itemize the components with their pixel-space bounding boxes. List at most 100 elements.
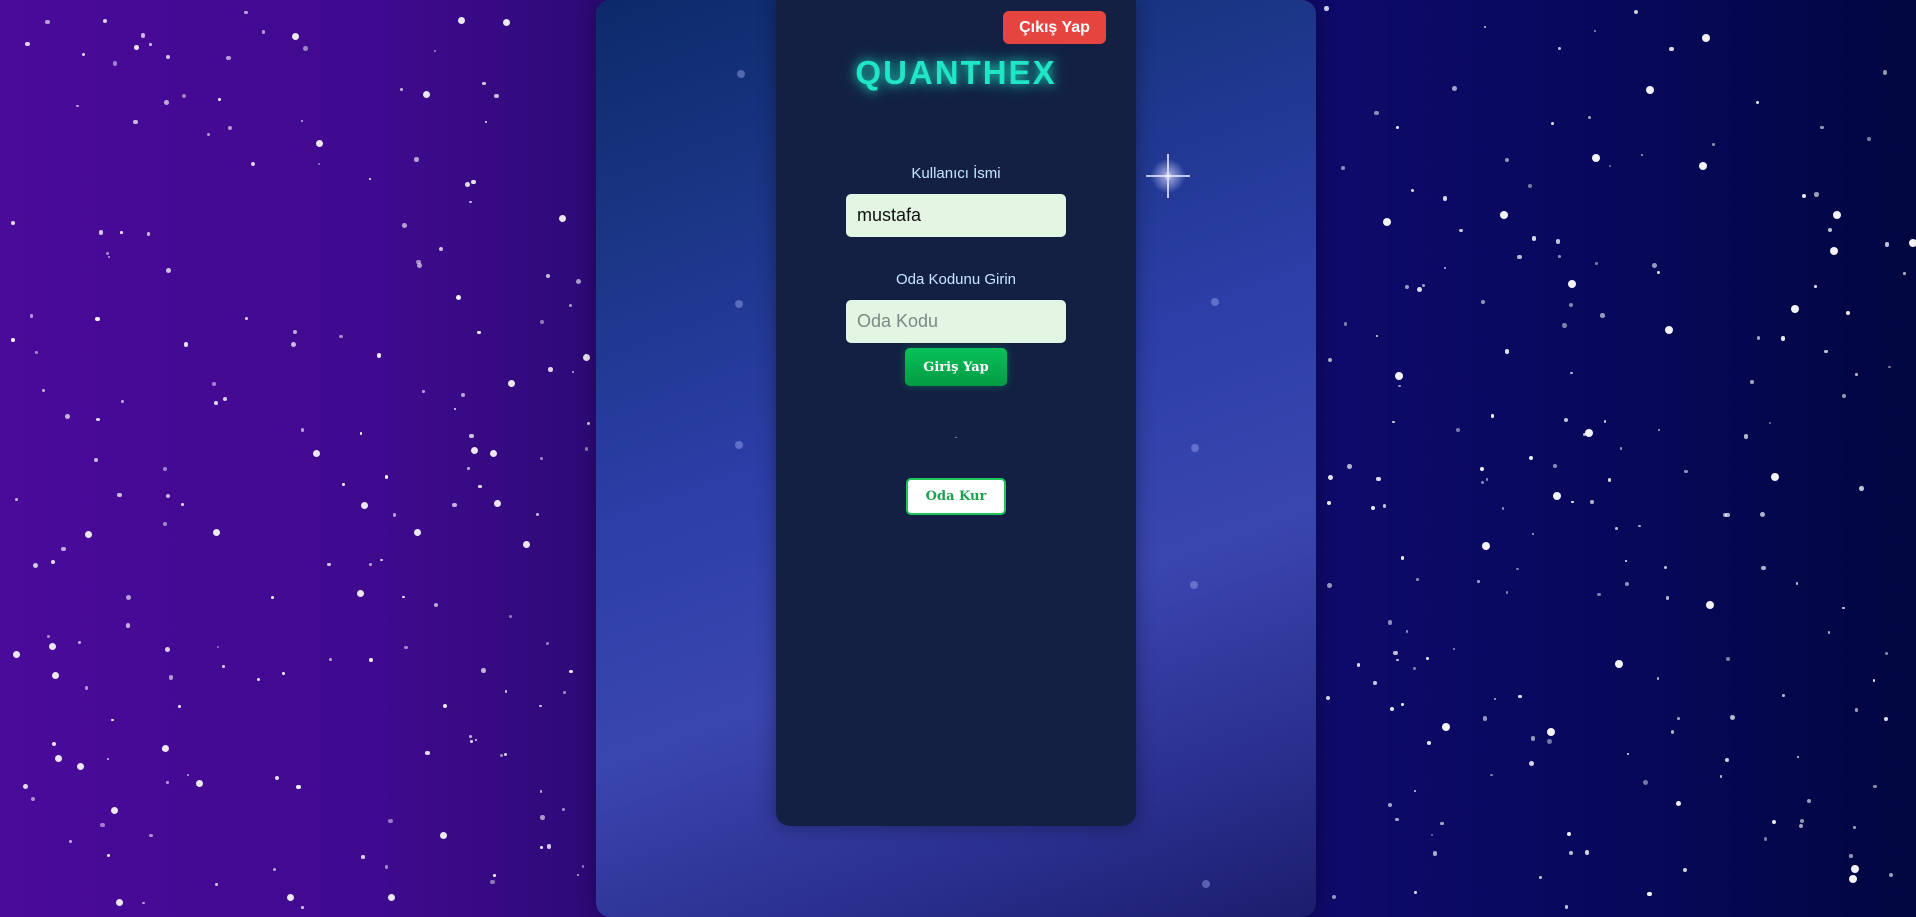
star-dot [1393,650,1398,655]
star-dot [1647,892,1652,897]
star-dot [1855,373,1858,376]
star-dot [393,513,397,517]
star-dot [1482,542,1491,551]
star-dot [166,54,171,60]
star-dot [1848,875,1857,884]
room-code-input[interactable] [846,300,1066,343]
panel-glow-dot [735,441,743,449]
star-dot [466,467,471,471]
star-dot [484,121,488,124]
star-dot [146,232,151,236]
star-dot [1859,486,1864,491]
panel-glow-dot [1211,298,1219,306]
star-dot [250,161,255,167]
star-dot [1561,323,1567,328]
star-dot [1829,247,1838,256]
star-dot [416,263,422,269]
star-dot [315,140,323,148]
logout-button[interactable]: Çıkış Yap [1003,11,1106,44]
star-dot [112,61,117,66]
star-dot [95,317,100,322]
star-dot [540,846,544,850]
star-dot [571,370,575,374]
star-dot [292,329,298,334]
star-dot [1842,606,1846,610]
star-dot [1443,266,1447,270]
star-dot [493,874,496,877]
star-dot [460,392,465,398]
star-dot [1761,565,1766,571]
star-dot [85,530,93,538]
star-dot [1600,313,1606,318]
star-dot [1555,239,1561,245]
star-dot [213,400,218,405]
star-dot [423,90,431,98]
star-dot [1493,698,1496,701]
star-dot [226,55,231,61]
star-dot [142,901,145,905]
star-dot [536,513,540,517]
star-dot [75,104,79,108]
star-dot [1422,284,1426,288]
star-dot [77,641,81,645]
star-dot [1395,817,1399,822]
star-dot [1413,789,1416,792]
star-dot [1625,582,1629,587]
star-dot [586,422,591,426]
star-dot [545,274,551,279]
star-dot [402,595,405,598]
star-dot [33,562,38,568]
star-dot [76,762,84,770]
star-dot [360,501,368,509]
star-dot [1657,428,1661,431]
star-dot [183,342,189,347]
star-dot [116,899,124,907]
star-dot [105,251,110,256]
username-input[interactable] [846,194,1066,237]
star-dot [1781,694,1785,697]
star-dot [1684,469,1688,474]
star-dot [1797,756,1800,759]
star-dot [51,560,55,565]
star-dot [1668,46,1674,52]
star-dot [1755,101,1759,105]
star-dot [385,865,389,869]
star-dot [508,615,512,619]
star-dot [166,494,171,499]
star-dot [1677,717,1680,721]
star-dot [1529,760,1535,766]
create-room-button[interactable]: Oda Kur [906,478,1006,515]
star-dot [1570,371,1573,375]
star-dot [540,457,543,460]
star-dot [1376,476,1381,482]
star-dot [1569,851,1574,856]
star-dot [490,449,498,457]
star-dot [369,563,373,566]
panel-glow-dot [737,70,745,78]
star-dot [177,704,181,708]
star-dot [1416,577,1420,581]
star-dot [545,641,550,646]
star-dot [1455,427,1461,433]
panel-glow-dot [1190,581,1198,589]
star-dot [1327,357,1332,362]
star-dot [1814,192,1819,197]
star-dot [1326,695,1331,700]
star-dot [1813,284,1818,289]
star-dot [402,223,408,228]
status-message: . [954,430,958,441]
star-dot [481,668,486,673]
star-dot [1603,420,1607,423]
star-dot [425,750,430,756]
star-dot [1394,371,1403,380]
star-dot [1441,722,1450,731]
star-dot [1553,464,1558,468]
star-dot [1414,891,1418,895]
star-dot [1640,153,1643,156]
star-dot [465,181,470,187]
star-dot [1388,802,1393,807]
star-dot [1592,153,1601,162]
star-dot [312,450,320,458]
star-dot [1490,773,1494,777]
join-room-button[interactable]: Giriş Yap [905,348,1007,386]
